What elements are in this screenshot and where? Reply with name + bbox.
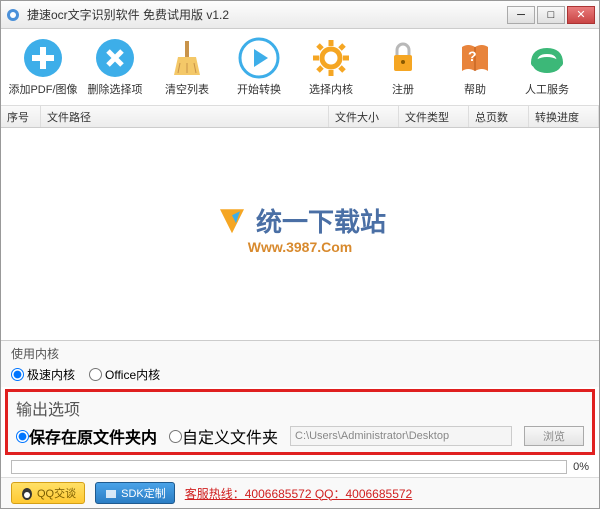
logo-icon	[214, 203, 250, 239]
box-icon	[104, 486, 118, 500]
broom-icon	[166, 37, 208, 79]
qq-chat-button[interactable]: QQ交谈	[11, 482, 85, 504]
toolbar-label: 选择内核	[309, 81, 353, 97]
col-index[interactable]: 序号	[1, 106, 41, 127]
col-pages[interactable]: 总页数	[469, 106, 529, 127]
output-same-folder-radio[interactable]: 保存在原文件夹内	[16, 424, 157, 448]
clear-button[interactable]: 清空列表	[153, 35, 221, 99]
delete-button[interactable]: 删除选择项	[81, 35, 149, 99]
footer: QQ交谈 SDK定制 客服热线：4006685572 QQ：4006685572	[1, 477, 599, 508]
plus-icon	[22, 37, 64, 79]
browse-button[interactable]: 浏览	[524, 426, 584, 446]
svg-text:?: ?	[468, 48, 477, 64]
kernel-office-radio[interactable]: Office内核	[89, 366, 160, 383]
toolbar-label: 添加PDF/图像	[8, 81, 77, 97]
kernel-button[interactable]: 选择内核	[297, 35, 365, 99]
app-window: 捷速ocr文字识别软件 免费试用版 v1.2 ─ □ ✕ 添加PDF/图像 删除…	[0, 0, 600, 509]
window-controls: ─ □ ✕	[507, 6, 595, 24]
add-file-button[interactable]: 添加PDF/图像	[9, 35, 77, 99]
toolbar-label: 帮助	[464, 81, 486, 97]
window-title: 捷速ocr文字识别软件 免费试用版 v1.2	[27, 6, 507, 23]
output-title: 输出选项	[16, 396, 584, 420]
toolbar-label: 清空列表	[165, 81, 209, 97]
output-path-input[interactable]	[290, 426, 512, 446]
watermark: 统一下载站 Www.3987.Com	[214, 202, 386, 255]
file-list[interactable]: 统一下载站 Www.3987.Com	[1, 128, 599, 340]
kernel-panel: 使用内核 极速内核 Office内核	[1, 340, 599, 387]
sdk-button[interactable]: SDK定制	[95, 482, 175, 504]
col-type[interactable]: 文件类型	[399, 106, 469, 127]
register-button[interactable]: 注册	[369, 35, 437, 99]
minimize-button[interactable]: ─	[507, 6, 535, 24]
watermark-url: Www.3987.Com	[214, 239, 386, 255]
phone-icon	[526, 37, 568, 79]
table-header: 序号 文件路径 文件大小 文件类型 总页数 转换进度	[1, 106, 599, 128]
hotline-link[interactable]: 客服热线：4006685572 QQ：4006685572	[185, 485, 412, 502]
toolbar-label: 开始转换	[237, 81, 281, 97]
maximize-button[interactable]: □	[537, 6, 565, 24]
book-icon: ?	[454, 37, 496, 79]
col-progress[interactable]: 转换进度	[529, 106, 599, 127]
col-path[interactable]: 文件路径	[41, 106, 329, 127]
toolbar: 添加PDF/图像 删除选择项 清空列表 开始转换 选择内核 注册 ? 帮助 人工	[1, 29, 599, 106]
help-button[interactable]: ? 帮助	[441, 35, 509, 99]
service-button[interactable]: 人工服务	[513, 35, 581, 99]
kernel-title: 使用内核	[11, 345, 589, 362]
app-icon	[5, 7, 21, 23]
output-panel: 输出选项 保存在原文件夹内 自定义文件夹 浏览	[5, 389, 595, 455]
toolbar-label: 注册	[392, 81, 414, 97]
output-custom-folder-radio[interactable]: 自定义文件夹	[169, 424, 278, 448]
gear-icon	[310, 37, 352, 79]
toolbar-label: 删除选择项	[88, 81, 143, 97]
toolbar-label: 人工服务	[525, 81, 569, 97]
play-icon	[238, 37, 280, 79]
start-button[interactable]: 开始转换	[225, 35, 293, 99]
delete-icon	[94, 37, 136, 79]
col-size[interactable]: 文件大小	[329, 106, 399, 127]
titlebar: 捷速ocr文字识别软件 免费试用版 v1.2 ─ □ ✕	[1, 1, 599, 29]
kernel-fast-radio[interactable]: 极速内核	[11, 366, 75, 383]
progress-percent: 0%	[573, 461, 589, 473]
lock-icon	[382, 37, 424, 79]
close-button[interactable]: ✕	[567, 6, 595, 24]
qq-icon	[20, 486, 34, 500]
progress-bar	[11, 460, 567, 474]
watermark-name: 统一下载站	[256, 202, 386, 239]
progress-row: 0%	[1, 457, 599, 477]
